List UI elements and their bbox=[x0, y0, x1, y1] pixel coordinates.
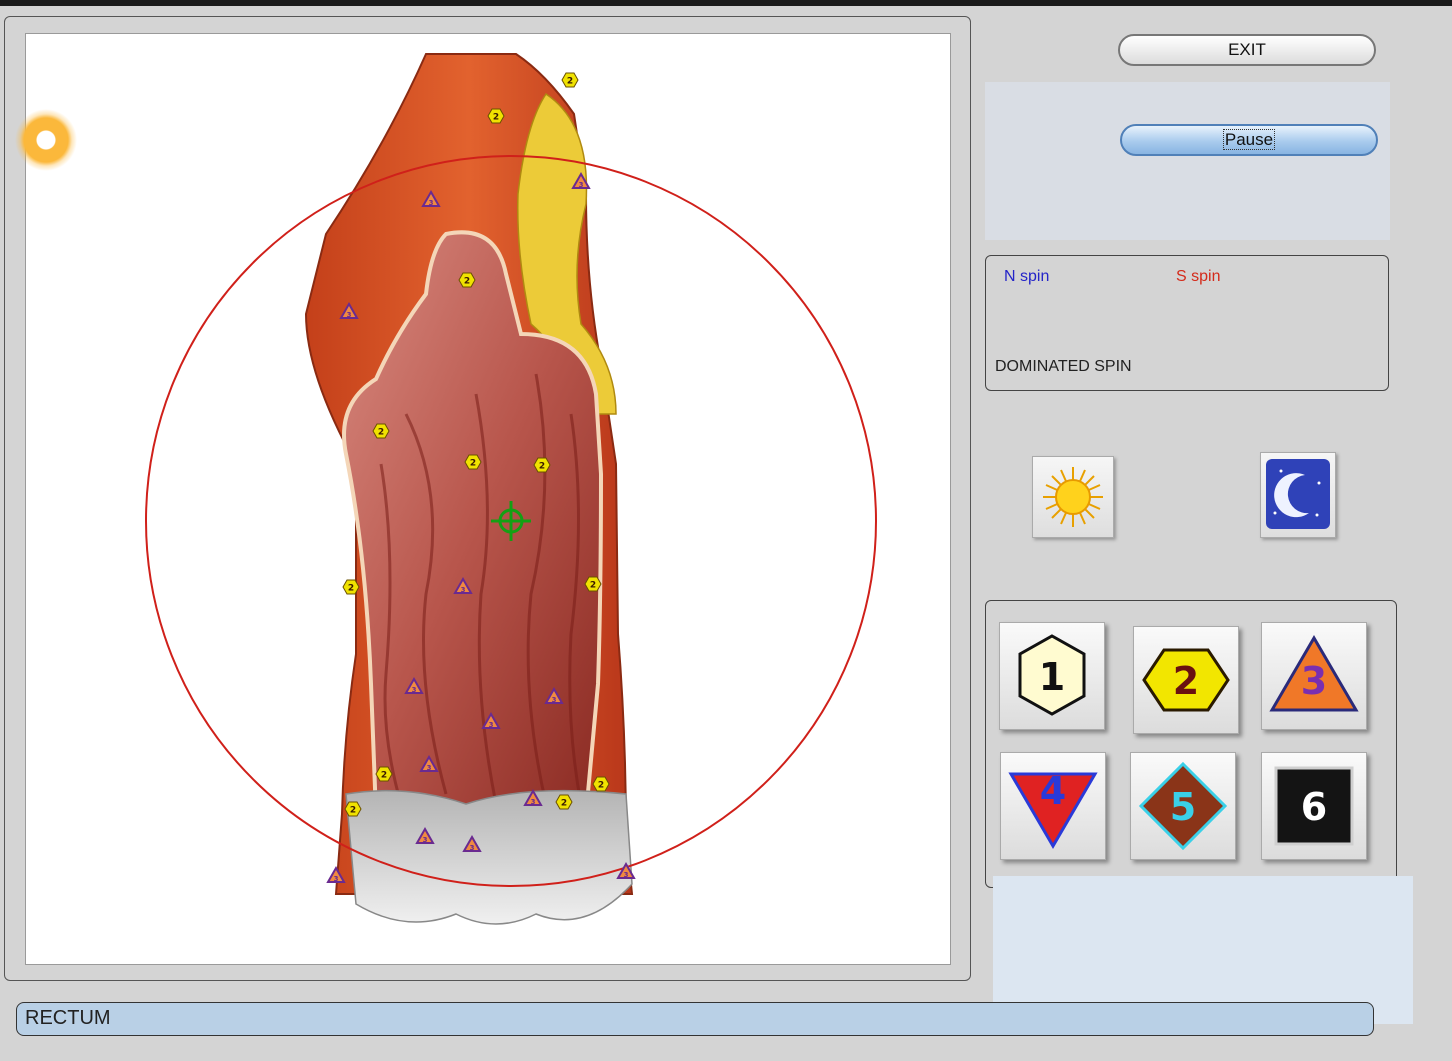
svg-text:2: 2 bbox=[590, 581, 596, 591]
level-number: 2 bbox=[1173, 659, 1199, 703]
level-number: 1 bbox=[1039, 655, 1065, 699]
hex-marker: 2 bbox=[375, 766, 393, 782]
svg-text:3: 3 bbox=[624, 871, 629, 879]
svg-text:3: 3 bbox=[461, 586, 466, 594]
exit-button[interactable]: EXIT bbox=[1118, 34, 1376, 66]
svg-text:2: 2 bbox=[348, 584, 354, 594]
svg-text:3: 3 bbox=[334, 875, 339, 883]
organ-image-canvas: 2 2 2 2 2 2 2 2 2 2 2 2 3 3 3 3 3 3 3 3 3 3 3 3 3 bbox=[25, 33, 951, 965]
svg-text:2: 2 bbox=[567, 77, 573, 87]
level-1-button[interactable]: 1 bbox=[999, 622, 1105, 730]
svg-text:3: 3 bbox=[579, 181, 584, 189]
organ-illustration: 2 2 2 2 2 2 2 2 2 2 2 2 3 3 3 3 3 3 3 3 3 3 3 3 3 bbox=[145, 53, 877, 925]
svg-text:3: 3 bbox=[429, 199, 434, 207]
hex-marker: 2 bbox=[555, 794, 573, 810]
svg-text:2: 2 bbox=[539, 462, 545, 472]
level-4-button[interactable]: 4 bbox=[1000, 752, 1106, 860]
n-spin-label: N spin bbox=[1004, 268, 1050, 285]
level-3-button[interactable]: 3 bbox=[1261, 622, 1367, 730]
svg-text:2: 2 bbox=[493, 113, 499, 123]
hex-marker: 2 bbox=[344, 801, 362, 817]
hex-marker: 2 bbox=[487, 108, 505, 124]
organ-viewer-frame: 2 2 2 2 2 2 2 2 2 2 2 2 3 3 3 3 3 3 3 3 3 3 3 3 3 bbox=[4, 16, 971, 981]
pause-button[interactable]: Pause bbox=[1120, 124, 1378, 156]
dominated-spin-label: DOMINATED SPIN bbox=[995, 358, 1132, 375]
svg-text:2: 2 bbox=[598, 781, 604, 791]
svg-text:3: 3 bbox=[423, 836, 428, 844]
svg-text:2: 2 bbox=[464, 277, 470, 287]
level-5-button[interactable]: 5 bbox=[1130, 752, 1236, 860]
triangle-icon: 3 bbox=[1269, 635, 1359, 712]
svg-text:2: 2 bbox=[470, 459, 476, 469]
svg-text:3: 3 bbox=[347, 311, 352, 319]
svg-text:2: 2 bbox=[561, 799, 567, 809]
svg-text:2: 2 bbox=[381, 771, 387, 781]
organ-name-bar: RECTUM bbox=[16, 1002, 1374, 1036]
level-number: 6 bbox=[1301, 785, 1327, 829]
square-icon: 6 bbox=[1274, 766, 1354, 846]
night-mode-button[interactable] bbox=[1260, 452, 1336, 538]
hex-marker: 2 bbox=[372, 423, 390, 439]
cursor-halo-icon bbox=[15, 109, 77, 171]
svg-text:3: 3 bbox=[489, 721, 494, 729]
hexagon-icon: 1 bbox=[1018, 634, 1086, 716]
pause-button-label: Pause bbox=[1222, 129, 1276, 150]
svg-text:3: 3 bbox=[412, 686, 417, 694]
spin-panel: N spin S spin DOMINATED SPIN bbox=[985, 255, 1389, 391]
sun-icon bbox=[1043, 467, 1103, 527]
hex-marker: 2 bbox=[464, 454, 482, 470]
hex-marker: 2 bbox=[592, 776, 610, 792]
level-6-button[interactable]: 6 bbox=[1261, 752, 1367, 860]
anal-canal bbox=[345, 789, 633, 925]
svg-text:3: 3 bbox=[427, 764, 432, 772]
hex-marker: 2 bbox=[533, 457, 551, 473]
wide-hexagon-icon: 2 bbox=[1142, 648, 1230, 712]
s-spin-label: S spin bbox=[1176, 268, 1221, 285]
svg-text:2: 2 bbox=[350, 806, 356, 816]
level-number: 5 bbox=[1170, 785, 1196, 829]
hex-marker: 2 bbox=[458, 272, 476, 288]
hex-marker: 2 bbox=[342, 579, 360, 595]
hex-marker: 2 bbox=[584, 576, 602, 592]
level-number: 3 bbox=[1301, 659, 1327, 703]
hex-marker: 2 bbox=[561, 72, 579, 88]
top-bar bbox=[0, 0, 1452, 6]
control-panel bbox=[985, 82, 1390, 240]
diamond-icon: 5 bbox=[1138, 761, 1228, 851]
level-number: 4 bbox=[1040, 769, 1066, 813]
moon-icon bbox=[1266, 459, 1330, 529]
svg-text:3: 3 bbox=[470, 844, 475, 852]
inverted-triangle-icon: 4 bbox=[1008, 769, 1098, 849]
svg-text:3: 3 bbox=[552, 696, 557, 704]
svg-text:2: 2 bbox=[378, 428, 384, 438]
svg-text:3: 3 bbox=[531, 798, 536, 806]
level-2-button[interactable]: 2 bbox=[1133, 626, 1239, 734]
day-mode-button[interactable] bbox=[1032, 456, 1114, 538]
